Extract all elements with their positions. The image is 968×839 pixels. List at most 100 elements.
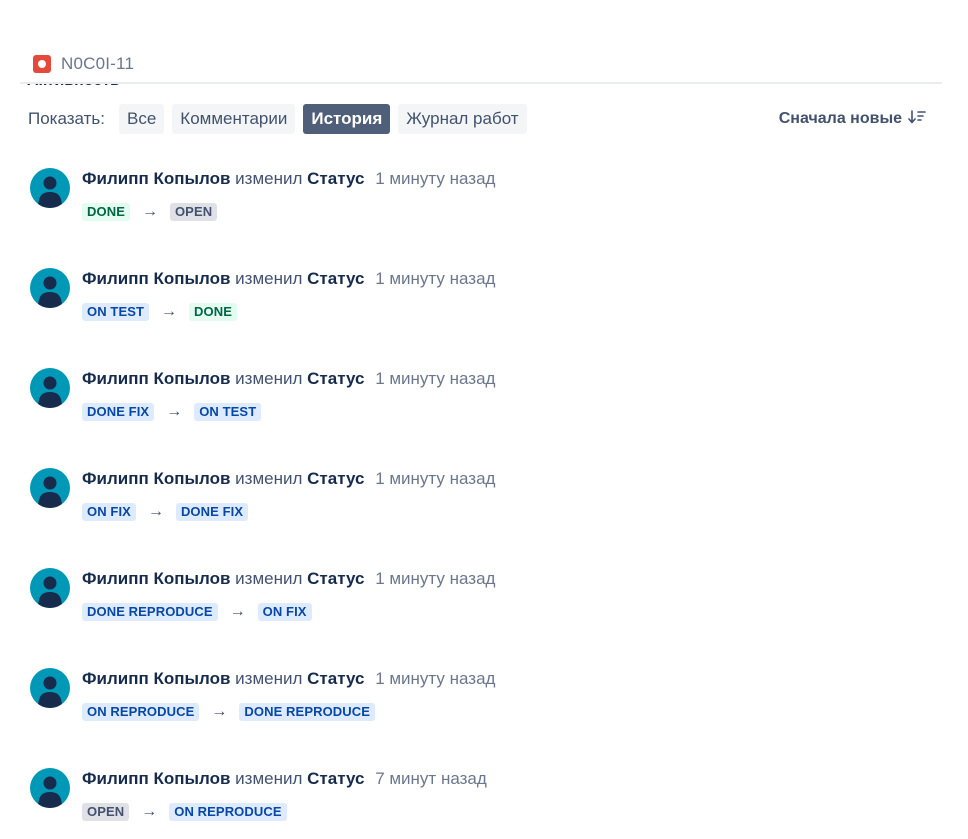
user-name[interactable]: Филипп Копылов	[82, 269, 230, 288]
field-name: Статус	[307, 469, 365, 488]
history-item: Филипп Копылов изменил Статус 1 минуту н…	[30, 364, 930, 464]
status-transition: DONE FIX → ON TEST	[82, 403, 495, 421]
issue-header: N0C0I-11	[0, 0, 968, 84]
arrow-right-icon: →	[147, 503, 164, 520]
status-to-lozenge: DONE REPRODUCE	[239, 703, 376, 721]
user-name[interactable]: Филипп Копылов	[82, 369, 230, 388]
status-transition: ON FIX → DONE FIX	[82, 503, 495, 521]
sort-order-button[interactable]: Сначала новые	[779, 109, 926, 130]
user-icon	[38, 676, 62, 708]
status-transition: OPEN → ON REPRODUCE	[82, 803, 487, 821]
status-from-lozenge: DONE REPRODUCE	[82, 603, 218, 621]
history-item: Филипп Копылов изменил Статус 1 минуту н…	[30, 664, 930, 764]
history-item-summary: Филипп Копылов изменил Статус 7 минут на…	[82, 768, 487, 790]
sort-descending-icon	[908, 109, 926, 130]
arrow-right-icon: →	[161, 303, 178, 320]
history-item-summary: Филипп Копылов изменил Статус 1 минуту н…	[82, 568, 495, 590]
filter-all-button[interactable]: Все	[119, 104, 165, 134]
activity-filter-bar: Показать: Все Комментарии История Журнал…	[28, 104, 928, 134]
history-item-body: Филипп Копылов изменил Статус 1 минуту н…	[82, 368, 495, 421]
timestamp[interactable]: 1 минуту назад	[375, 669, 495, 688]
history-item-summary: Филипп Копылов изменил Статус 1 минуту н…	[82, 368, 495, 390]
issue-key[interactable]: N0C0I-11	[61, 54, 134, 74]
action-text: изменил	[235, 469, 303, 488]
history-item: Филипп Копылов изменил Статус 1 минуту н…	[30, 464, 930, 564]
field-name: Статус	[307, 369, 365, 388]
status-to-lozenge: ON REPRODUCE	[169, 803, 287, 821]
user-icon	[38, 176, 62, 208]
user-icon	[38, 776, 62, 808]
show-label: Показать:	[28, 109, 105, 128]
issue-key-link[interactable]: N0C0I-11	[33, 54, 134, 74]
avatar[interactable]	[30, 468, 70, 508]
action-text: изменил	[235, 569, 303, 588]
avatar[interactable]	[30, 768, 70, 808]
history-item: Филипп Копылов изменил Статус 1 минуту н…	[30, 164, 930, 264]
history-item: Филипп Копылов изменил Статус 1 минуту н…	[30, 264, 930, 364]
status-transition: DONE → OPEN	[82, 203, 495, 221]
field-name: Статус	[307, 569, 365, 588]
status-to-lozenge: ON FIX	[257, 603, 312, 621]
timestamp[interactable]: 1 минуту назад	[375, 269, 495, 288]
action-text: изменил	[235, 369, 303, 388]
filter-comments-button[interactable]: Комментарии	[172, 104, 296, 134]
field-name: Статус	[307, 169, 365, 188]
timestamp[interactable]: 1 минуту назад	[375, 369, 495, 388]
history-item-body: Филипп Копылов изменил Статус 1 минуту н…	[82, 468, 495, 521]
history-list: Филипп Копылов изменил Статус 1 минуту н…	[30, 164, 930, 839]
history-item-body: Филипп Копылов изменил Статус 7 минут на…	[82, 768, 487, 821]
filter-worklog-button[interactable]: Журнал работ	[398, 104, 527, 134]
user-name[interactable]: Филипп Копылов	[82, 469, 230, 488]
avatar[interactable]	[30, 568, 70, 608]
history-item-summary: Филипп Копылов изменил Статус 1 минуту н…	[82, 168, 495, 190]
avatar[interactable]	[30, 368, 70, 408]
arrow-right-icon: →	[229, 603, 246, 620]
user-name[interactable]: Филипп Копылов	[82, 669, 230, 688]
arrow-right-icon: →	[211, 703, 228, 720]
header-divider	[20, 82, 942, 84]
arrow-right-icon: →	[141, 803, 158, 820]
bug-icon	[33, 55, 51, 73]
user-icon	[38, 276, 62, 308]
timestamp[interactable]: 7 минут назад	[375, 769, 487, 788]
status-to-lozenge: ON TEST	[194, 403, 262, 421]
status-from-lozenge: OPEN	[82, 803, 130, 821]
field-name: Статус	[307, 269, 365, 288]
status-from-lozenge: DONE FIX	[82, 403, 155, 421]
history-item-body: Филипп Копылов изменил Статус 1 минуту н…	[82, 268, 495, 321]
status-from-lozenge: ON REPRODUCE	[82, 703, 200, 721]
user-name[interactable]: Филипп Копылов	[82, 569, 230, 588]
avatar[interactable]	[30, 168, 70, 208]
status-to-lozenge: DONE	[189, 303, 238, 321]
history-item-body: Филипп Копылов изменил Статус 1 минуту н…	[82, 568, 495, 621]
history-item: Филипп Копылов изменил Статус 7 минут на…	[30, 764, 930, 839]
history-item: Филипп Копылов изменил Статус 1 минуту н…	[30, 564, 930, 664]
timestamp[interactable]: 1 минуту назад	[375, 569, 495, 588]
filter-history-button[interactable]: История	[303, 104, 391, 134]
history-item-body: Филипп Копылов изменил Статус 1 минуту н…	[82, 168, 495, 221]
field-name: Статус	[307, 669, 365, 688]
user-icon	[38, 576, 62, 608]
user-name[interactable]: Филипп Копылов	[82, 169, 230, 188]
action-text: изменил	[235, 269, 303, 288]
avatar[interactable]	[30, 268, 70, 308]
user-name[interactable]: Филипп Копылов	[82, 769, 230, 788]
arrow-right-icon: →	[141, 203, 158, 220]
arrow-right-icon: →	[166, 403, 183, 420]
status-transition: ON TEST → DONE	[82, 303, 495, 321]
action-text: изменил	[235, 769, 303, 788]
timestamp[interactable]: 1 минуту назад	[375, 169, 495, 188]
sort-label: Сначала новые	[778, 110, 902, 127]
status-to-lozenge: OPEN	[169, 203, 218, 221]
avatar[interactable]	[30, 668, 70, 708]
timestamp[interactable]: 1 минуту назад	[375, 469, 495, 488]
status-transition: DONE REPRODUCE → ON FIX	[82, 603, 495, 621]
status-from-lozenge: ON TEST	[82, 303, 150, 321]
status-from-lozenge: ON FIX	[82, 503, 136, 521]
action-text: изменил	[235, 169, 303, 188]
user-icon	[38, 476, 62, 508]
history-item-summary: Филипп Копылов изменил Статус 1 минуту н…	[82, 668, 495, 690]
history-item-summary: Филипп Копылов изменил Статус 1 минуту н…	[82, 468, 495, 490]
history-item-summary: Филипп Копылов изменил Статус 1 минуту н…	[82, 268, 495, 290]
action-text: изменил	[235, 669, 303, 688]
